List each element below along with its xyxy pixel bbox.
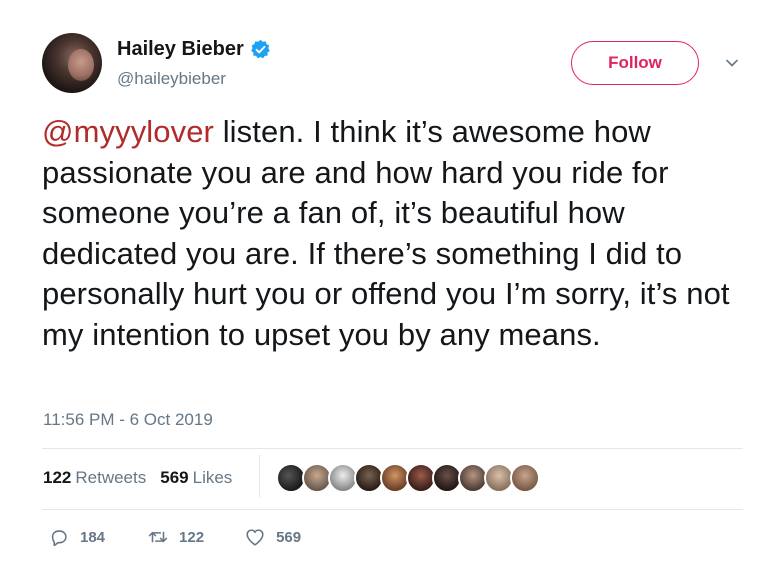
author-handle[interactable]: @haileybieber xyxy=(117,69,226,89)
like-button[interactable]: 569 xyxy=(244,526,301,548)
author-name-row: Hailey Bieber xyxy=(117,38,271,61)
retweet-icon xyxy=(148,531,168,543)
reply-button[interactable]: 184 xyxy=(48,526,105,548)
retweets-count[interactable]: 122 xyxy=(43,468,71,488)
author-name[interactable]: Hailey Bieber xyxy=(117,38,244,61)
tweet-actions: 184 122 569 xyxy=(48,526,301,548)
liker-avatar[interactable] xyxy=(510,463,540,493)
divider xyxy=(42,448,743,449)
like-count: 569 xyxy=(276,528,302,546)
retweet-count: 122 xyxy=(179,528,205,546)
likes-label[interactable]: Likes xyxy=(193,468,233,488)
avatar-face xyxy=(68,49,94,81)
likes-count[interactable]: 569 xyxy=(160,468,188,488)
retweets-label[interactable]: Retweets xyxy=(75,468,146,488)
profile-avatar[interactable] xyxy=(42,33,102,93)
tweet-text: @myyylover listen. I think it’s awesome … xyxy=(42,112,742,355)
reply-count: 184 xyxy=(80,528,106,546)
likers-avatars xyxy=(276,463,540,493)
reply-icon xyxy=(51,530,67,547)
divider xyxy=(42,509,743,510)
retweet-button[interactable]: 122 xyxy=(147,526,204,548)
tweet-timestamp[interactable]: 11:56 PM - 6 Oct 2019 xyxy=(43,410,213,430)
verified-badge-icon xyxy=(250,39,270,59)
follow-button[interactable]: Follow xyxy=(571,41,699,85)
mention-link[interactable]: @myyylover xyxy=(42,114,214,149)
chevron-down-icon[interactable] xyxy=(724,55,740,71)
engagement-stats: 122 Retweets 569 Likes xyxy=(43,468,232,488)
tweet-body: listen. I think it’s awesome how passion… xyxy=(42,114,730,352)
heart-icon xyxy=(246,529,264,546)
stats-separator xyxy=(259,455,260,497)
